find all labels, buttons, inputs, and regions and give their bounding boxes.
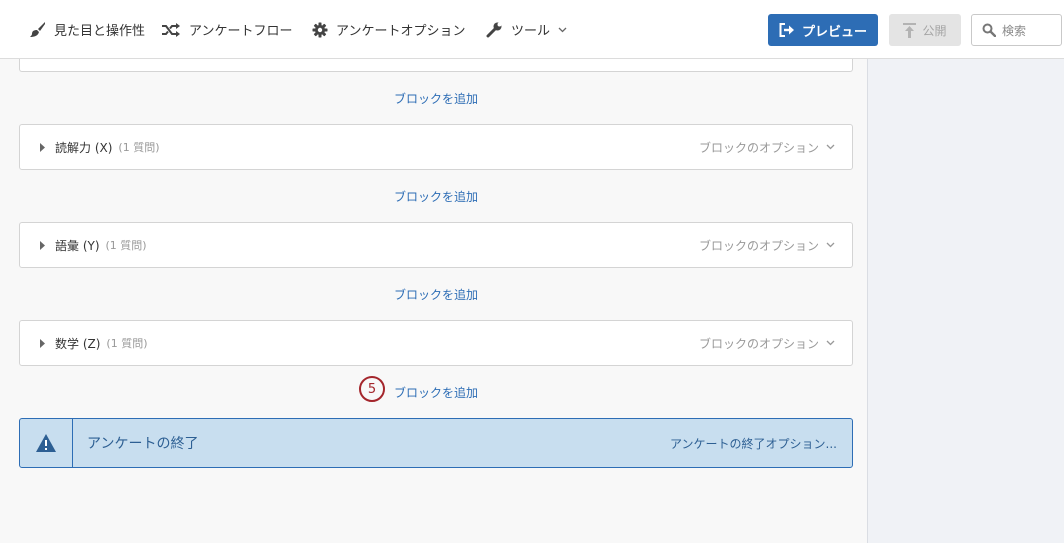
chevron-down-icon (558, 27, 567, 32)
tools-label: ツール (511, 24, 551, 39)
block-options-menu[interactable]: ブロックのオプション (699, 335, 835, 352)
block-options-menu[interactable]: ブロックのオプション (699, 139, 835, 156)
block-question-count: (1 質問) (106, 337, 148, 350)
add-block-link[interactable]: ブロックを追加 (19, 188, 853, 205)
publish-button[interactable]: 公開 (889, 14, 961, 46)
paintbrush-icon (30, 22, 45, 37)
end-of-survey-title: アンケートの終了 (87, 436, 199, 452)
wrench-icon (486, 22, 502, 38)
block-name: 読解力 (X) (55, 140, 113, 155)
end-of-survey-bar[interactable]: アンケートの終了 アンケートの終了オプション... (19, 418, 853, 468)
top-toolbar: 見た目と操作性 アンケートフロー アンケートオプション ツール プレビュー 公開… (0, 0, 1064, 59)
look-and-feel-label: 見た目と操作性 (54, 24, 146, 39)
right-side-panel (867, 59, 1064, 543)
block-options-label: ブロックのオプション (698, 238, 819, 253)
chevron-down-icon (826, 144, 835, 150)
preview-exit-icon (779, 23, 794, 37)
block-card-previous (19, 59, 853, 72)
end-of-survey-options-link[interactable]: アンケートの終了オプション... (670, 435, 837, 452)
upload-icon (903, 22, 917, 38)
survey-options-label: アンケートオプション (336, 24, 466, 39)
survey-options-menu[interactable]: アンケートオプション (312, 0, 465, 59)
block-options-menu[interactable]: ブロックのオプション (699, 237, 835, 254)
caret-right-icon[interactable] (40, 240, 45, 250)
block-question-count: (1 質問) (118, 141, 160, 154)
block-name: 語彙 (Y) (55, 238, 100, 253)
block-options-label: ブロックのオプション (698, 140, 819, 155)
search-placeholder: 検索 (1002, 23, 1027, 38)
shuffle-icon (162, 22, 180, 37)
tools-menu[interactable]: ツール (486, 0, 575, 59)
search-icon (982, 23, 996, 37)
warning-icon (36, 434, 56, 452)
add-block-link[interactable]: ブロックを追加 (19, 286, 853, 303)
publish-label: 公開 (922, 23, 947, 38)
survey-flow-menu[interactable]: アンケートフロー (161, 0, 292, 59)
caret-right-icon[interactable] (40, 142, 45, 152)
search-input[interactable]: 検索 (971, 14, 1062, 46)
preview-button[interactable]: プレビュー (768, 14, 878, 46)
block-card[interactable]: 数学 (Z) (1 質問) ブロックのオプション (19, 320, 853, 366)
add-block-link[interactable]: ブロックを追加 (19, 90, 853, 107)
gear-icon (312, 22, 328, 37)
block-options-label: ブロックのオプション (698, 336, 819, 351)
caret-right-icon[interactable] (40, 338, 45, 348)
survey-flow-label: アンケートフロー (189, 24, 293, 39)
end-of-survey-icon-cell (20, 419, 73, 467)
add-block-link[interactable]: ブロックを追加 (19, 384, 853, 401)
chevron-down-icon (826, 340, 835, 346)
block-card[interactable]: 語彙 (Y) (1 質問) ブロックのオプション (19, 222, 853, 268)
chevron-down-icon (826, 242, 835, 248)
preview-label: プレビュー (801, 24, 867, 40)
block-question-count: (1 質問) (105, 239, 147, 252)
look-and-feel-menu[interactable]: 見た目と操作性 (29, 0, 145, 59)
block-card[interactable]: 読解力 (X) (1 質問) ブロックのオプション (19, 124, 853, 170)
block-name: 数学 (Z) (55, 336, 101, 351)
